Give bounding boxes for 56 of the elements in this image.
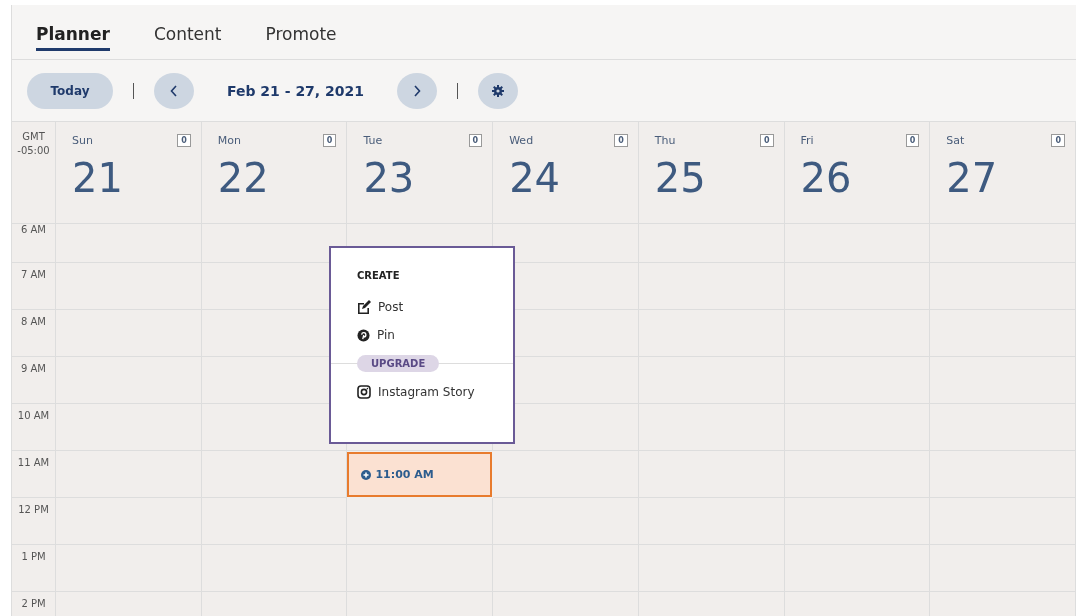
today-button[interactable]: Today [27,72,113,109]
post-count: 0 [760,134,774,147]
day-number: 22 [217,155,270,201]
day-number: 25 [654,155,707,201]
edit-icon [357,300,371,314]
menu-item[interactable]: Instagram Story [331,378,513,406]
post-count: 0 [177,134,191,147]
weekday-label: Sun [72,134,93,147]
time-slot[interactable]: 11:00 AM [347,452,493,497]
instagram-icon [357,385,371,399]
settings-button[interactable] [478,72,518,109]
calendar-cell[interactable] [493,451,639,498]
weekday-label: Tue [363,134,383,147]
chevron-left-icon [170,84,178,97]
menu-item[interactable]: Post [331,293,513,321]
hour-label: 12 PM [17,503,50,515]
weekday-label: Sat [946,134,965,147]
post-count: 0 [468,134,483,147]
tab[interactable]: Planner [36,19,110,51]
hour-label: 2 PM [20,597,47,609]
settings-icon [492,84,504,97]
tab[interactable]: Promote [265,19,337,51]
hour-label: 9 AM [20,362,47,374]
previous-button[interactable] [154,72,194,109]
pinterest-icon [357,328,370,342]
weekday-label: Wed [509,134,534,147]
hour-label: 6 AM [20,224,47,235]
menu-item[interactable]: Pin [331,321,513,349]
post-count: 0 [905,134,920,147]
hour-label: 1 PM [20,550,47,562]
chevron-right-icon [413,84,421,97]
date-range: Feb 21 - 27, 2021 [225,82,366,99]
hour-label: 7 AM [20,268,47,280]
weekday-label: Mon [217,134,241,147]
day-number: 26 [800,155,853,201]
hour-label: 8 AM [20,315,47,327]
weekday-label: Thu [654,134,676,147]
day-number: 21 [72,155,124,201]
plus-circle-icon [361,469,372,480]
calendar-cell[interactable] [201,498,348,545]
calendar-cell[interactable] [493,498,639,545]
timezone-label: GMT -05:00 [12,122,56,224]
post-count: 0 [614,134,628,147]
post-count: 0 [322,134,337,147]
hour-label: 11 AM [16,456,51,468]
hour-label: 10 AM [16,409,51,421]
next-button[interactable] [397,72,437,109]
day-number: 24 [509,155,562,201]
menu-heading: CREATE [356,270,401,281]
tab[interactable]: Content [153,19,222,51]
post-count: 0 [1051,134,1065,147]
calendar-cell[interactable] [347,498,494,545]
day-number: 23 [363,155,416,201]
weekday-label: Fri [800,134,814,147]
upgrade-badge: UPGRADE [357,355,440,372]
day-number: 27 [946,155,999,201]
